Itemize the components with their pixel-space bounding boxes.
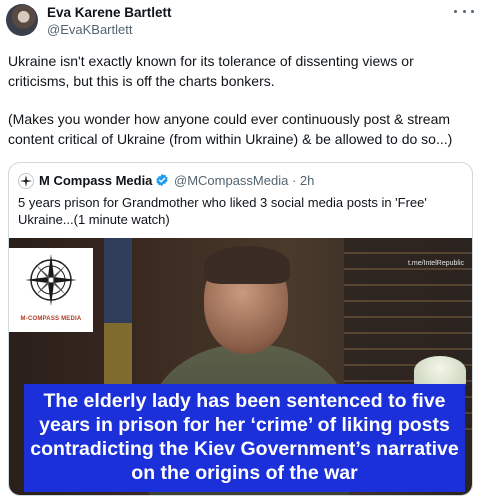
author-handle[interactable]: @EvaKBartlett: [47, 22, 132, 37]
compass-icon: [25, 254, 77, 306]
video-watermark: t.me/IntelRepublic: [407, 260, 464, 267]
video-thumbnail[interactable]: M-COMPASS MEDIA t.me/IntelRepublic The e…: [9, 238, 472, 495]
quoted-author-avatar[interactable]: [18, 173, 34, 189]
speaker-hair: [204, 246, 290, 284]
background-flag: [104, 238, 132, 408]
more-icon[interactable]: [454, 4, 474, 18]
quoted-author-handle-time[interactable]: @MCompassMedia · 2h: [174, 173, 314, 188]
channel-logo-text: M-COMPASS MEDIA: [20, 316, 82, 322]
video-caption: The elderly lady has been sentenced to f…: [24, 384, 465, 492]
author-avatar[interactable]: [6, 4, 38, 36]
tweet-card[interactable]: Eva Karene Bartlett @EvaKBartlett Ukrain…: [0, 0, 484, 500]
quoted-tweet[interactable]: M Compass Media @MCompassMedia · 2h 5 ye…: [8, 162, 473, 496]
tweet-text: Ukraine isn't exactly known for its tole…: [8, 52, 478, 149]
quoted-author-name[interactable]: M Compass Media: [39, 173, 152, 188]
quoted-tweet-text: 5 years prison for Grandmother who liked…: [18, 195, 427, 227]
verified-badge-icon: [156, 173, 168, 187]
tweet-text-paragraph: Ukraine isn't exactly known for its tole…: [8, 53, 414, 89]
background-lamp: [414, 356, 466, 386]
channel-logo: M-COMPASS MEDIA: [9, 248, 93, 332]
compass-mini-icon: [20, 175, 32, 187]
tweet-text-paragraph: (Makes you wonder how anyone could ever …: [8, 111, 453, 147]
author-name[interactable]: Eva Karene Bartlett: [47, 5, 172, 20]
